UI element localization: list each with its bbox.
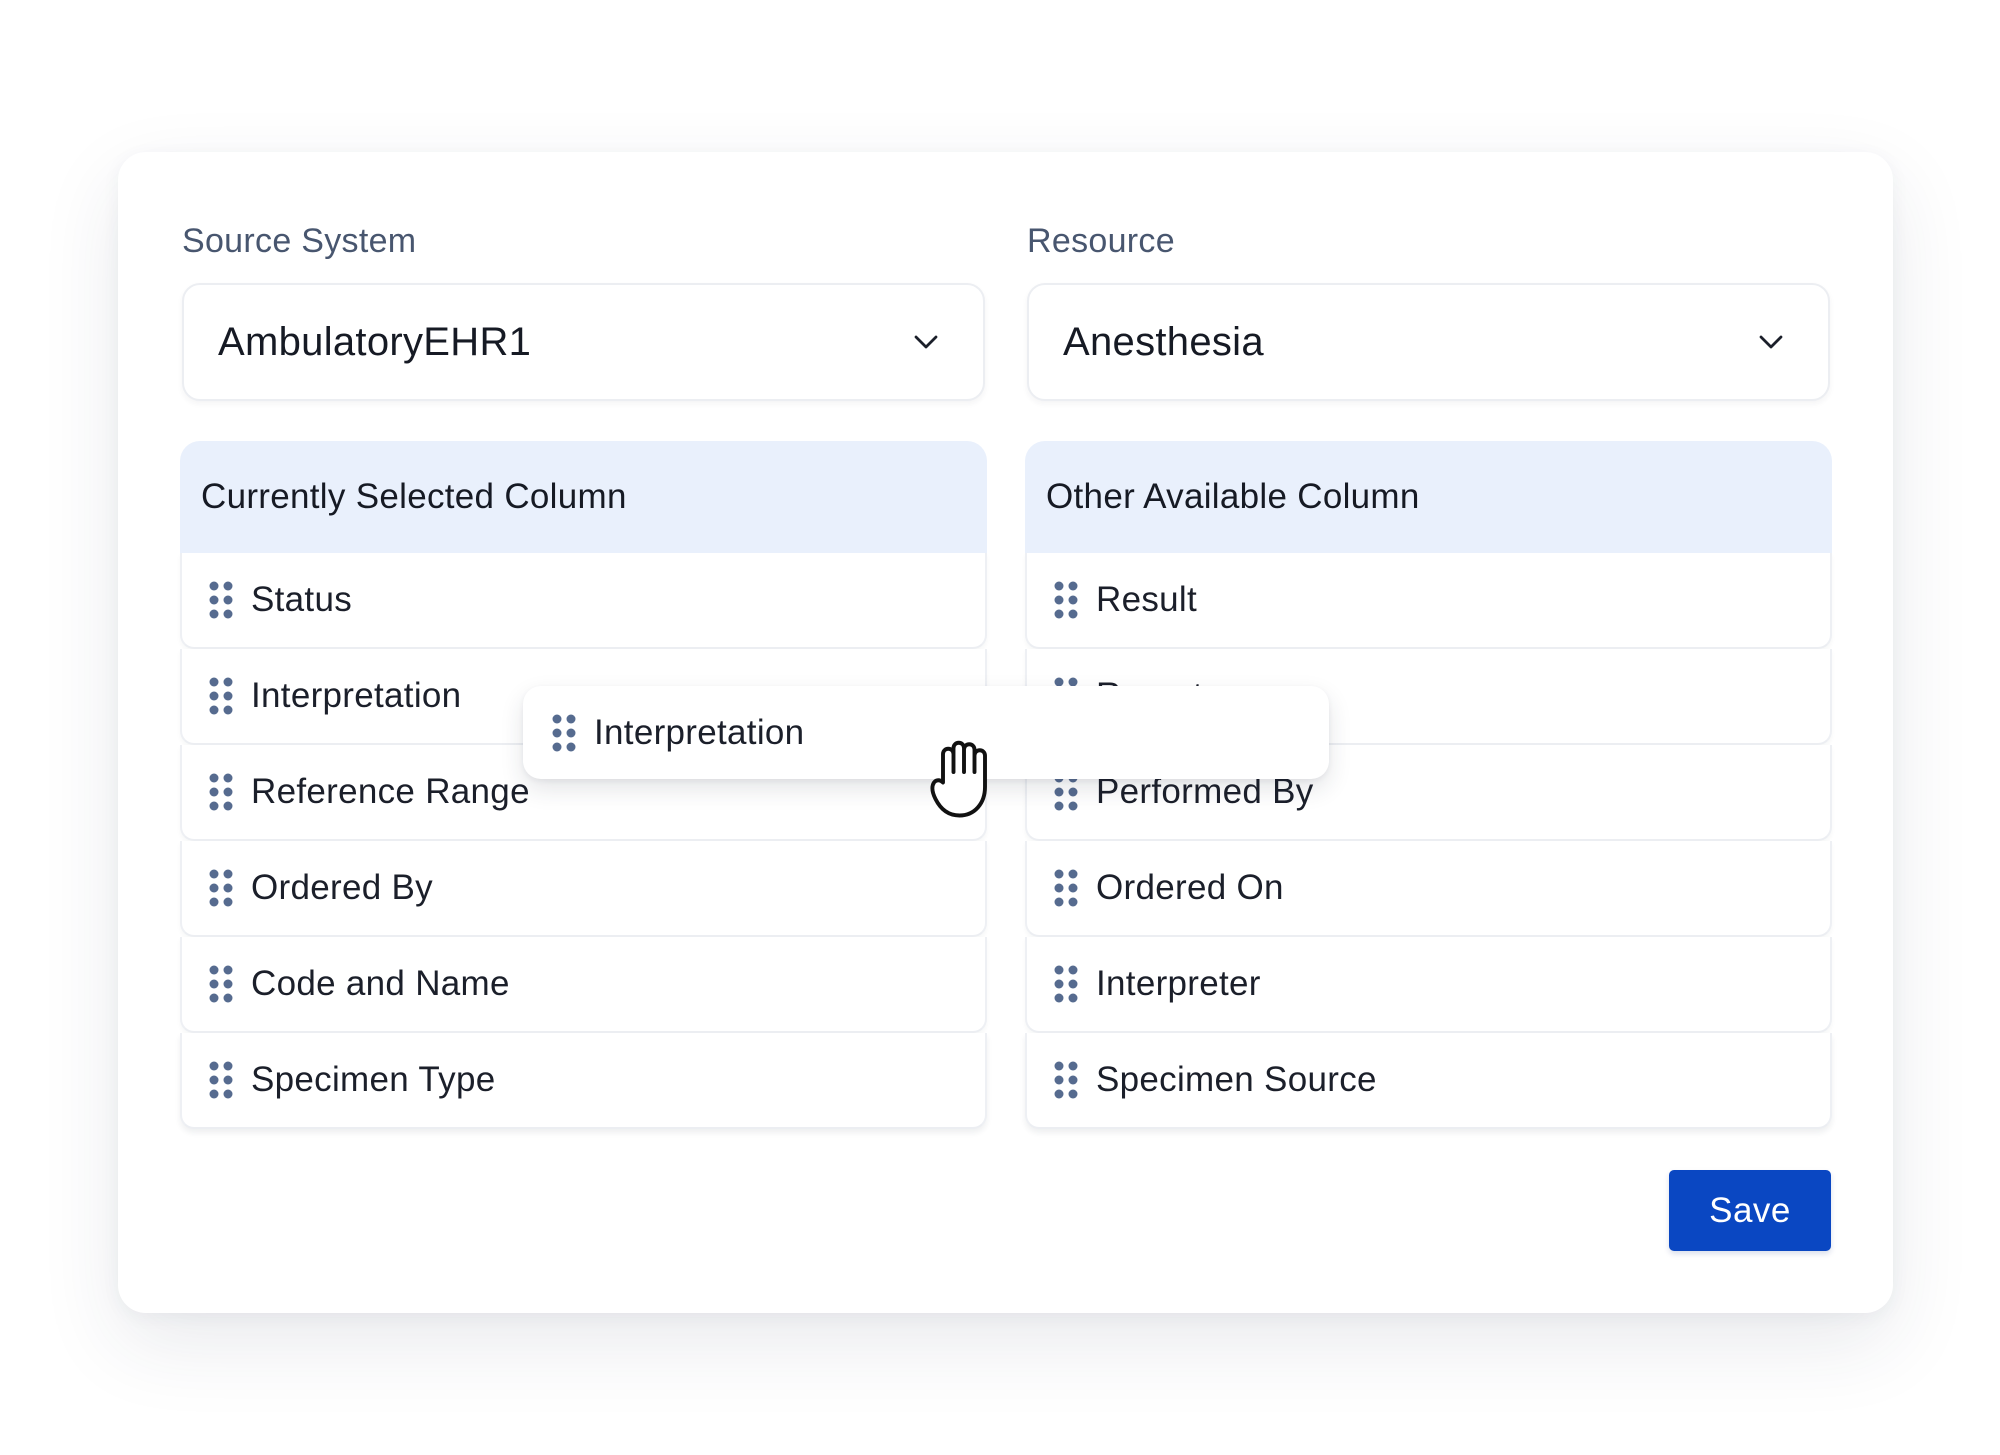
- selected-columns-panel: Currently Selected Column Status Interpr…: [180, 441, 987, 1129]
- selected-columns-title: Currently Selected Column: [180, 441, 987, 553]
- available-columns-panel: Other Available Column Result Report Per…: [1025, 441, 1832, 1129]
- column-label: Interpreter: [1096, 964, 1261, 1003]
- resource-value: Anesthesia: [1063, 319, 1264, 364]
- selected-column-item[interactable]: Code and Name: [180, 937, 987, 1033]
- source-system-value: AmbulatoryEHR1: [218, 319, 532, 364]
- available-column-item[interactable]: Interpreter: [1025, 937, 1832, 1033]
- available-columns-title: Other Available Column: [1025, 441, 1832, 553]
- column-label: Reference Range: [251, 772, 530, 811]
- drag-handle-icon[interactable]: [1053, 868, 1079, 908]
- column-label: Ordered On: [1096, 868, 1284, 907]
- column-label: Code and Name: [251, 964, 510, 1003]
- drag-handle-icon[interactable]: [208, 676, 234, 716]
- drag-handle-icon[interactable]: [208, 868, 234, 908]
- source-system-select[interactable]: AmbulatoryEHR1: [182, 283, 985, 401]
- drag-handle-icon[interactable]: [1053, 1060, 1079, 1100]
- column-label: Status: [251, 580, 353, 619]
- chevron-down-icon: [1759, 335, 1783, 349]
- drag-handle-icon[interactable]: [208, 772, 234, 812]
- drag-handle-icon[interactable]: [208, 1060, 234, 1100]
- column-label: Specimen Source: [1096, 1060, 1377, 1099]
- selected-column-item[interactable]: Status: [180, 553, 987, 649]
- available-column-item[interactable]: Ordered On: [1025, 841, 1832, 937]
- grab-hand-icon: [930, 740, 987, 818]
- drag-handle-icon[interactable]: [1053, 580, 1079, 620]
- source-system-label: Source System: [182, 222, 417, 260]
- available-column-item[interactable]: Result: [1025, 553, 1832, 649]
- chevron-down-icon: [914, 335, 938, 349]
- drag-handle-icon[interactable]: [551, 713, 577, 753]
- drag-handle-icon[interactable]: [1053, 964, 1079, 1004]
- resource-label: Resource: [1027, 222, 1175, 260]
- available-column-item[interactable]: Specimen Source: [1025, 1033, 1832, 1129]
- resource-select[interactable]: Anesthesia: [1027, 283, 1830, 401]
- column-label: Ordered By: [251, 868, 433, 907]
- drag-handle-icon[interactable]: [208, 580, 234, 620]
- selected-column-item[interactable]: Ordered By: [180, 841, 987, 937]
- column-label: Interpretation: [251, 676, 462, 715]
- drag-handle-icon[interactable]: [208, 964, 234, 1004]
- column-label: Result: [1096, 580, 1198, 619]
- ghost-label: Interpretation: [594, 712, 805, 752]
- selected-column-item[interactable]: Specimen Type: [180, 1033, 987, 1129]
- column-label: Specimen Type: [251, 1060, 496, 1099]
- save-button[interactable]: Save: [1669, 1170, 1831, 1251]
